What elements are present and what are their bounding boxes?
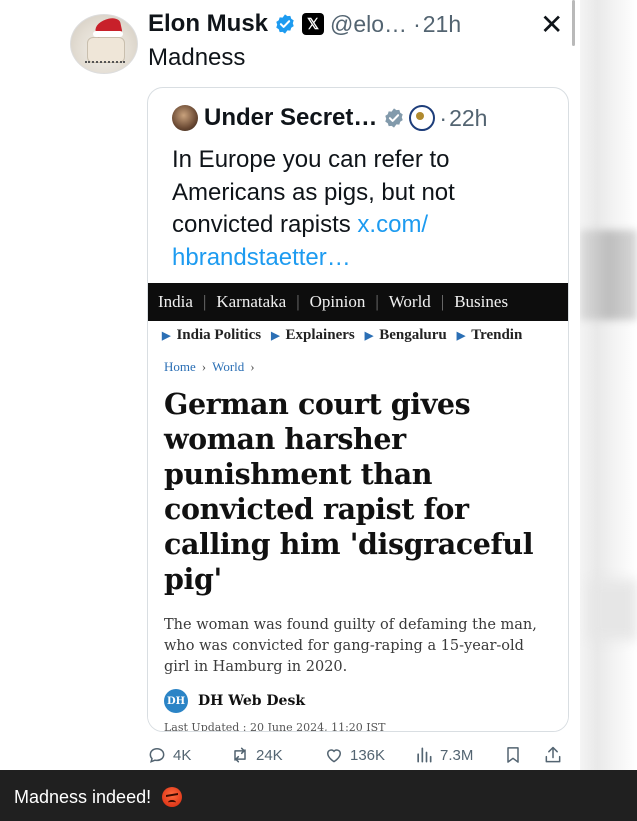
article-headline: German court gives woman harsher punishm…	[164, 387, 534, 596]
quoted-tweet-header: Under Secret… · 22h	[172, 104, 487, 132]
subnav-label: India Politics	[176, 327, 262, 343]
tweet[interactable]: Elon Musk 𝕏 @elo… · 21h ✕ Madness Under …	[0, 0, 580, 770]
article-author: DH DH Web Desk	[164, 689, 305, 713]
article-summary: The woman was found guilty of defaming t…	[164, 617, 537, 675]
triangle-icon: ▶	[456, 330, 466, 342]
author-byline: DH Web Desk	[198, 693, 306, 709]
repost-icon	[234, 747, 246, 763]
triangle-icon: ▶	[364, 330, 374, 342]
caption-text: Madness indeed!	[14, 787, 152, 807]
triangle-icon: ▶	[162, 330, 171, 342]
subnav-item: ▶ Bengaluru	[365, 327, 447, 344]
avatar[interactable]	[70, 14, 138, 74]
quoted-author-name[interactable]: Under Secret…	[204, 104, 377, 132]
share-icon	[545, 746, 561, 763]
subnav-item: ▶ Explainers	[271, 327, 355, 344]
nav-item-india: India	[158, 292, 193, 311]
quoted-author-avatar[interactable]	[172, 105, 198, 131]
santa-hat-trim	[93, 31, 123, 37]
breadcrumb-home: Home	[164, 359, 196, 374]
chevron-right-icon: ›	[201, 359, 207, 374]
author-name[interactable]: Elon Musk	[148, 10, 268, 38]
nav-item-opinion: Opinion	[309, 292, 366, 311]
quoted-tweet-text: In Europe you can refer to Americans as …	[172, 144, 552, 274]
views-button[interactable]: 7.3M	[414, 745, 473, 765]
article-updated: Last Updated : 20 June 2024, 11:20 IST	[164, 721, 386, 732]
blurred-sidebar-region	[580, 230, 637, 320]
close-icon[interactable]: ✕	[540, 8, 563, 41]
repost-count: 24K	[256, 746, 283, 764]
quoted-tweet[interactable]: Under Secret… · 22h In Europe you can re…	[147, 87, 569, 732]
subnav-label: Explainers	[285, 327, 355, 343]
like-button[interactable]: 136K	[324, 745, 385, 765]
subnav-item: ▶ Trendin	[457, 327, 523, 344]
article-preview-image[interactable]: India | Karnataka | Opinion | World | Busine…	[148, 283, 568, 731]
angry-face-emoji	[162, 787, 183, 807]
reply-count: 4K	[173, 746, 192, 764]
background-sidebar	[580, 0, 637, 770]
views-icon	[417, 747, 432, 763]
time-separator: ·	[439, 104, 448, 131]
tweet-time[interactable]: 21h	[423, 11, 461, 38]
bookmark-icon	[507, 747, 519, 763]
chevron-right-icon: ›	[250, 359, 255, 374]
share-button[interactable]	[543, 745, 569, 765]
subnav-label: Trendin	[471, 327, 523, 343]
tweet-header: Elon Musk 𝕏 @elo… · 21h	[148, 6, 461, 42]
subnav-item: ▶ India Politics	[162, 327, 261, 344]
nav-item-world: World	[388, 292, 431, 311]
breadcrumb-world: World	[212, 359, 245, 374]
reply-button[interactable]: 4K	[147, 745, 191, 765]
nav-item-business: Busines	[454, 292, 509, 311]
tweet-actions: 4K 24K 136K 7.3M	[147, 740, 577, 770]
x-logo-icon: 𝕏	[302, 13, 325, 35]
breadcrumb: Home › World ›	[164, 359, 261, 375]
time-separator: ·	[413, 10, 421, 37]
view-count: 7.3M	[440, 746, 474, 764]
scrollbar[interactable]	[572, 0, 575, 46]
repost-button[interactable]: 24K	[230, 745, 283, 765]
quoted-tweet-time[interactable]: 22h	[449, 105, 487, 132]
triangle-icon: ▶	[271, 330, 280, 342]
like-count: 136K	[350, 746, 386, 764]
article-nav-bar: India | Karnataka | Opinion | World | Busine…	[148, 283, 568, 321]
tweet-text: Madness	[148, 44, 246, 71]
caption-bar: Madness indeed!	[0, 770, 637, 821]
caption-text-row: Madness indeed!	[14, 787, 183, 808]
gray-verified-badge-icon	[385, 108, 404, 128]
avatar-figure	[87, 37, 125, 63]
subnav-label: Bengaluru	[379, 327, 447, 343]
like-icon	[326, 749, 342, 763]
state-seal-icon	[409, 105, 436, 131]
nav-item-karnataka: Karnataka	[216, 292, 287, 311]
bookmark-button[interactable]	[503, 745, 529, 765]
author-handle[interactable]: @elo…	[330, 11, 407, 38]
verified-badge-icon	[276, 14, 294, 34]
dh-logo-icon: DH	[164, 689, 188, 713]
article-subnav: ▶ India Politics ▶ Explainers ▶ Bengaluru ▶…	[162, 327, 522, 344]
blurred-sidebar-region-lower	[590, 580, 637, 640]
reply-icon	[149, 747, 165, 763]
avatar-scribble	[85, 61, 125, 69]
